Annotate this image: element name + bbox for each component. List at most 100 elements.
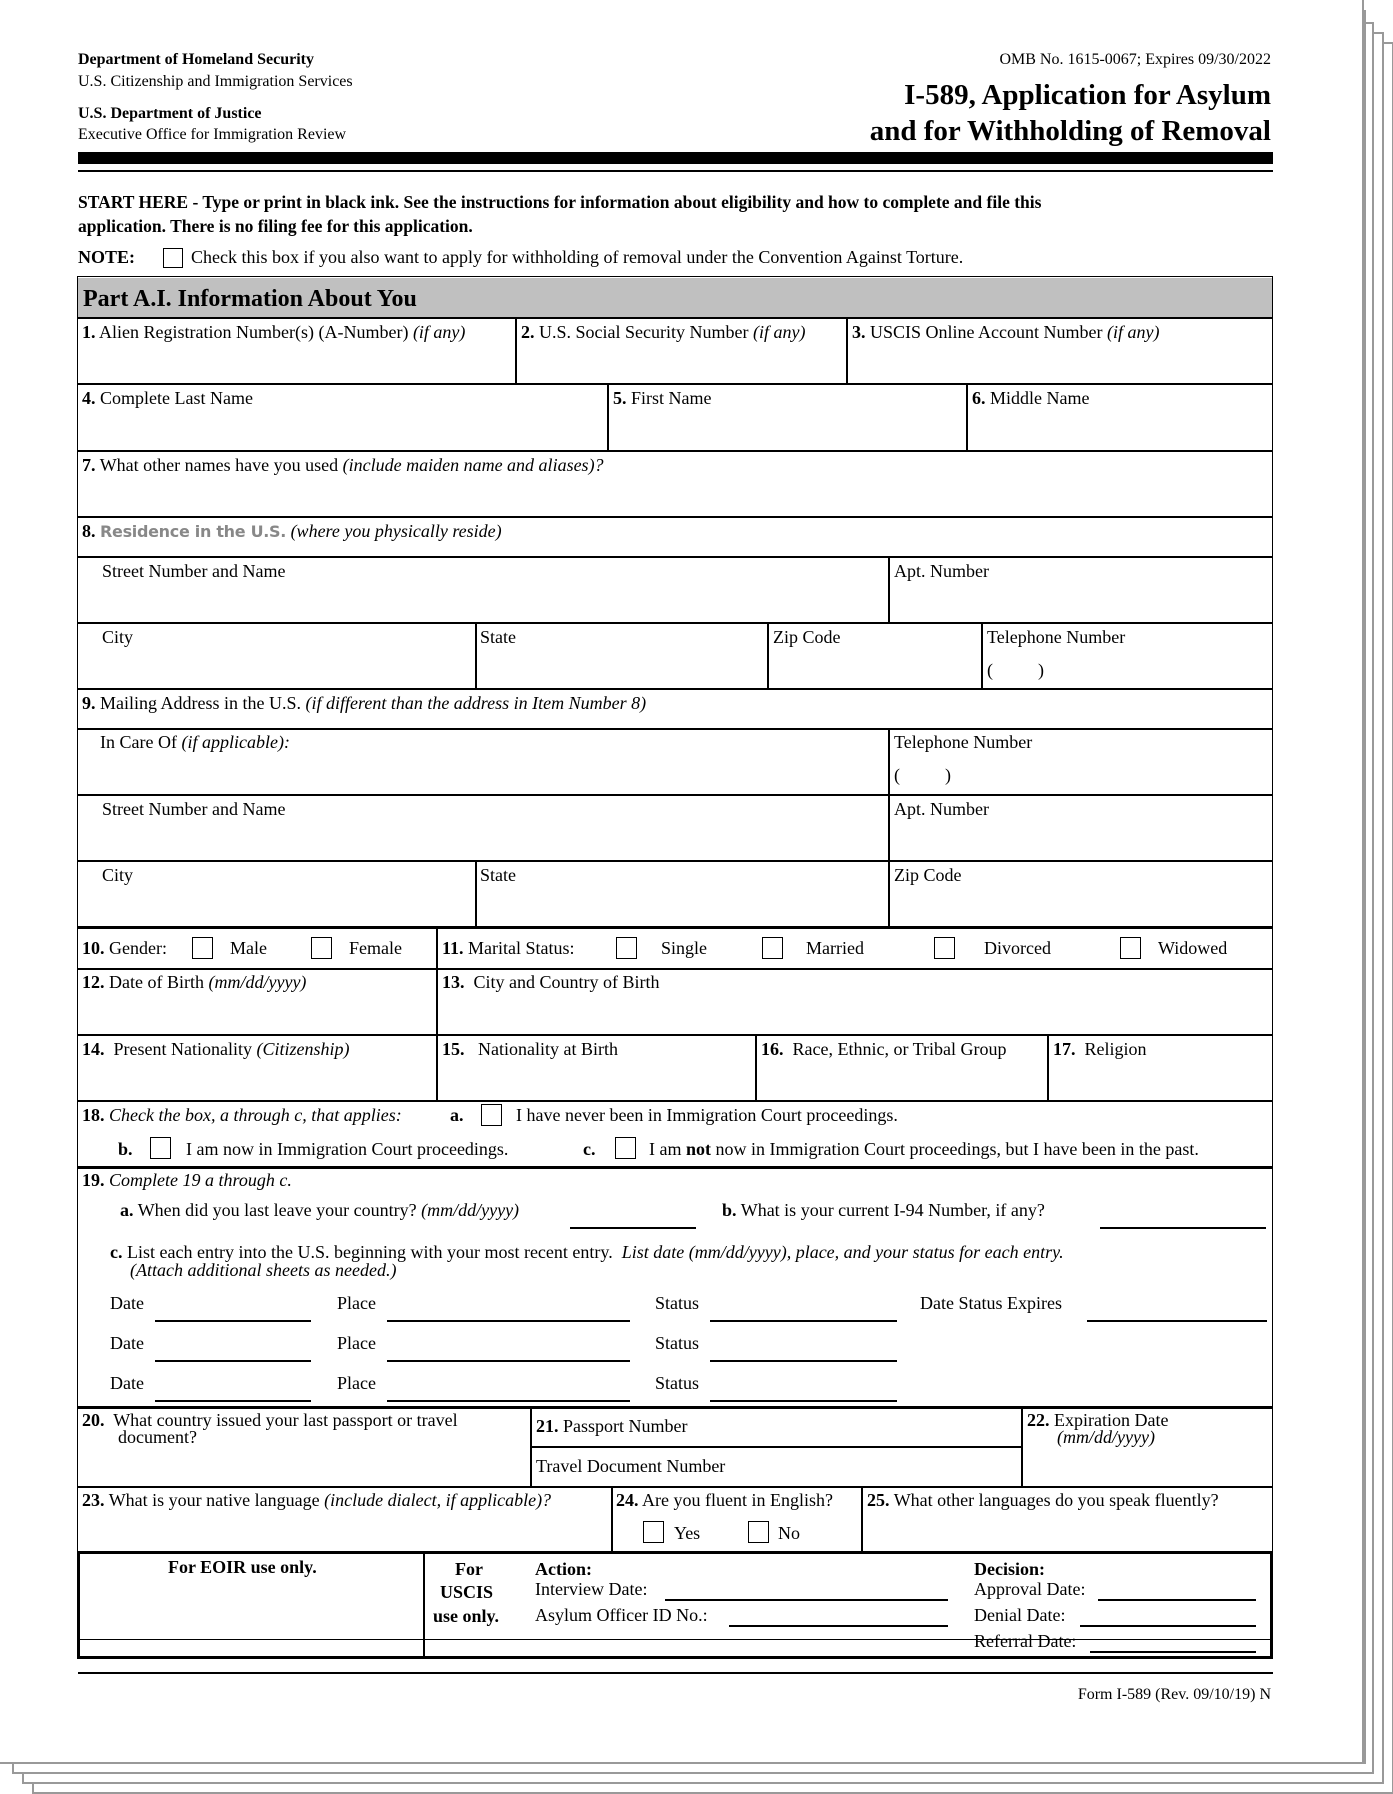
- passport-expiration-input[interactable]: [1027, 1452, 1271, 1482]
- court-past-checkbox[interactable]: [615, 1137, 636, 1159]
- entry3-date-label: Date: [110, 1373, 144, 1393]
- marital-single-label: Single: [661, 938, 708, 958]
- q7-hint: (include maiden name and aliases)?: [342, 455, 604, 475]
- first-name-input[interactable]: [613, 416, 965, 446]
- mailing-apt-input[interactable]: [894, 826, 1271, 856]
- marital-married-checkbox[interactable]: [762, 937, 783, 959]
- entry1-place-input[interactable]: [387, 1292, 634, 1320]
- interview-date-input[interactable]: [665, 1577, 952, 1601]
- mailing-zip-input[interactable]: [894, 892, 1271, 922]
- entry1-status-input[interactable]: [710, 1292, 901, 1320]
- marital-single-checkbox[interactable]: [616, 937, 637, 959]
- q14-hint: (Citizenship): [256, 1039, 350, 1059]
- marital-married-label: Married: [806, 938, 864, 958]
- row-divider: [78, 622, 1272, 624]
- q18-b-letter: b.: [118, 1139, 133, 1159]
- q6-num: 6.: [972, 388, 986, 408]
- court-never-checkbox[interactable]: [481, 1104, 502, 1126]
- denial-date-input[interactable]: [1080, 1603, 1260, 1627]
- middle-name-input[interactable]: [972, 416, 1271, 446]
- last-name-input[interactable]: [82, 416, 606, 446]
- note-label: NOTE:: [78, 247, 136, 267]
- ethnic-group-input[interactable]: [761, 1066, 1046, 1096]
- q21-text: Passport Number: [563, 1416, 688, 1436]
- marital-widowed-checkbox[interactable]: [1120, 937, 1141, 959]
- mailing-phone-input[interactable]: [978, 762, 1270, 790]
- native-language-input[interactable]: [82, 1518, 610, 1548]
- row-divider: [78, 1034, 1272, 1036]
- mailing-state-input[interactable]: [480, 892, 887, 922]
- divider: [515, 318, 517, 384]
- eoir-use-only: For EOIR use only.: [168, 1557, 317, 1577]
- other-names-input[interactable]: [82, 482, 1271, 512]
- i94-number-input[interactable]: [1100, 1199, 1270, 1227]
- mailing-street-input[interactable]: [102, 826, 886, 856]
- entry2-date-input[interactable]: [155, 1332, 315, 1360]
- q18-c-post: now in Immigration Court proceedings, bu…: [711, 1139, 1199, 1159]
- court-now-checkbox[interactable]: [150, 1137, 171, 1159]
- birthplace-input[interactable]: [442, 1000, 1271, 1030]
- q2-label: 2. U.S. Social Security Number (if any): [521, 322, 805, 343]
- passport-number-input[interactable]: [700, 1414, 1020, 1442]
- entry3-place-input[interactable]: [387, 1372, 634, 1400]
- gender-female-checkbox[interactable]: [311, 937, 332, 959]
- last-left-country-input[interactable]: [570, 1199, 699, 1227]
- mailing-city-input[interactable]: [102, 892, 474, 922]
- english-yes-checkbox[interactable]: [643, 1521, 664, 1543]
- residence-zip-input[interactable]: [773, 654, 980, 684]
- q7-text: What other names have you used: [99, 455, 339, 475]
- decision-label: Decision:: [974, 1559, 1045, 1579]
- divider: [966, 385, 968, 450]
- entry1-date-input[interactable]: [155, 1292, 315, 1320]
- gender-male-checkbox[interactable]: [192, 937, 213, 959]
- cat-withholding-checkbox[interactable]: [163, 248, 183, 268]
- footer-rule: [78, 1672, 1273, 1674]
- q1-text: Alien Registration Number(s) (A-Number): [99, 322, 409, 342]
- birth-nationality-input[interactable]: [442, 1066, 754, 1096]
- entry1-expires-input[interactable]: [1087, 1292, 1271, 1320]
- i94-number-line: [1100, 1227, 1266, 1229]
- a-number-input[interactable]: [82, 350, 514, 380]
- q17-label: 17. Religion: [1053, 1039, 1147, 1060]
- residence-street-input[interactable]: [102, 588, 886, 618]
- dob-input[interactable]: [82, 1000, 434, 1030]
- other-languages-input[interactable]: [867, 1518, 1271, 1548]
- q22-num: 22.: [1027, 1410, 1050, 1430]
- row-divider: [78, 1406, 1272, 1409]
- officer-id-line: [729, 1625, 948, 1627]
- entry1-status-line: [710, 1320, 897, 1322]
- english-no-checkbox[interactable]: [748, 1521, 769, 1543]
- religion-input[interactable]: [1053, 1066, 1271, 1096]
- care-of-input[interactable]: [100, 760, 886, 790]
- q4-text: Complete Last Name: [100, 388, 253, 408]
- q18-c-text: I am not now in Immigration Court procee…: [649, 1139, 1199, 1160]
- entry3-date-input[interactable]: [155, 1372, 315, 1400]
- divider: [846, 318, 848, 384]
- residence-city-input[interactable]: [102, 654, 474, 684]
- approval-date-input[interactable]: [1098, 1577, 1260, 1601]
- referral-date-input[interactable]: [1090, 1629, 1260, 1653]
- residence-state-input[interactable]: [480, 654, 766, 684]
- travel-doc-number-input[interactable]: [740, 1454, 1020, 1482]
- divider: [611, 1488, 613, 1552]
- uscis-account-input[interactable]: [852, 350, 1271, 380]
- entry2-place-input[interactable]: [387, 1332, 634, 1360]
- divider: [888, 557, 890, 622]
- agency-uscis: U.S. Citizenship and Immigration Service…: [78, 73, 353, 90]
- passport-country-input[interactable]: [82, 1452, 529, 1482]
- entry2-status-input[interactable]: [710, 1332, 901, 1360]
- gender-male-label: Male: [230, 938, 267, 958]
- ssn-input[interactable]: [521, 350, 845, 380]
- residence-apt-input[interactable]: [894, 588, 1271, 618]
- q3-label: 3. USCIS Online Account Number (if any): [852, 322, 1159, 343]
- residence-phone-input[interactable]: [1070, 656, 1269, 684]
- entry3-status-input[interactable]: [710, 1372, 901, 1400]
- q19-text: Complete 19 a through c.: [109, 1170, 292, 1190]
- officer-id-input[interactable]: [729, 1603, 952, 1627]
- entry1-expires-label: Date Status Expires: [920, 1293, 1062, 1313]
- marital-divorced-checkbox[interactable]: [934, 937, 955, 959]
- divider: [475, 862, 477, 926]
- q8-phone-label: Telephone Number: [987, 627, 1126, 647]
- q23-hint: (include dialect, if applicable)?: [324, 1490, 552, 1510]
- present-nationality-input[interactable]: [82, 1066, 434, 1096]
